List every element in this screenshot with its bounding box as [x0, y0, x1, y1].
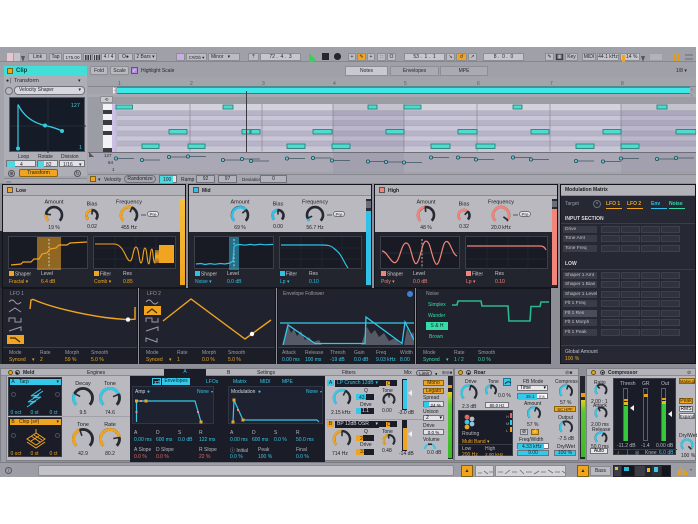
svg-text:0.00: 0.00: [273, 224, 283, 230]
svg-text:Bias: Bias: [87, 202, 98, 208]
svg-text:Bias: Bias: [459, 202, 470, 208]
svg-text:Decay: Decay: [75, 381, 91, 387]
svg-text:80.2: 80.2: [105, 451, 115, 457]
svg-text:Bias: Bias: [273, 202, 284, 208]
svg-text:1: 1: [79, 145, 82, 151]
svg-text:Frequency: Frequency: [302, 200, 328, 206]
svg-text:20.0 kHz: 20.0 kHz: [491, 225, 511, 231]
svg-text:19 %: 19 %: [48, 225, 60, 231]
svg-text:9.5: 9.5: [80, 410, 87, 416]
svg-text:42.9: 42.9: [78, 451, 88, 457]
svg-text:Frequency: Frequency: [116, 200, 142, 206]
svg-text:74.6: 74.6: [105, 410, 115, 416]
svg-text:Amount: Amount: [417, 200, 436, 206]
svg-text:455 Hz: 455 Hz: [121, 225, 137, 231]
svg-text:Rate: Rate: [104, 422, 116, 428]
svg-text:0.32: 0.32: [459, 224, 469, 230]
svg-text:Amount: Amount: [231, 200, 250, 206]
svg-text:127: 127: [71, 103, 80, 109]
svg-text:Tone: Tone: [104, 381, 116, 387]
svg-text:69 %: 69 %: [234, 225, 246, 231]
svg-text:56.7 Hz: 56.7 Hz: [306, 225, 324, 231]
svg-text:48 %: 48 %: [420, 225, 432, 231]
svg-text:0.02: 0.02: [87, 224, 97, 230]
svg-text:Amount: Amount: [45, 200, 64, 206]
svg-text:Tone: Tone: [77, 422, 89, 428]
svg-text:Frequency: Frequency: [488, 200, 514, 206]
